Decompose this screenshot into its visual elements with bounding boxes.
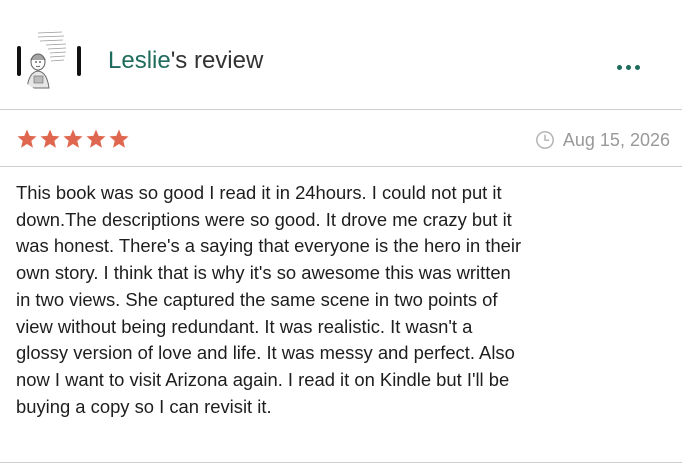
review-title: Leslie's review — [108, 46, 263, 76]
review-date: Aug 15, 2026 — [535, 126, 670, 154]
review-date-text: Aug 15, 2026 — [562, 129, 670, 150]
reviewer-name-link[interactable]: Leslie — [108, 47, 171, 74]
avatar[interactable] — [16, 26, 82, 92]
star-icon — [86, 129, 106, 148]
star-rating — [16, 124, 130, 154]
star-icon — [17, 129, 37, 148]
header-divider — [0, 109, 682, 110]
star-icon — [40, 129, 60, 148]
review-title-suffix: 's review — [170, 47, 264, 74]
more-dots-icon — [617, 65, 622, 70]
avatar-illustration-icon — [16, 26, 82, 92]
star-icon — [109, 129, 129, 148]
avatar-border-left — [17, 46, 21, 76]
star-icon — [63, 129, 83, 148]
footer-divider — [0, 462, 682, 463]
more-dots-icon — [626, 65, 631, 70]
rating-divider — [0, 166, 682, 167]
avatar-border-right — [77, 46, 81, 76]
more-dots-icon — [635, 65, 640, 70]
clock-icon — [535, 131, 554, 149]
review-header: Leslie's review — [0, 0, 696, 110]
review-body-text: This book was so good I read it in 24hou… — [16, 182, 522, 417]
more-options-button[interactable] — [610, 56, 646, 80]
